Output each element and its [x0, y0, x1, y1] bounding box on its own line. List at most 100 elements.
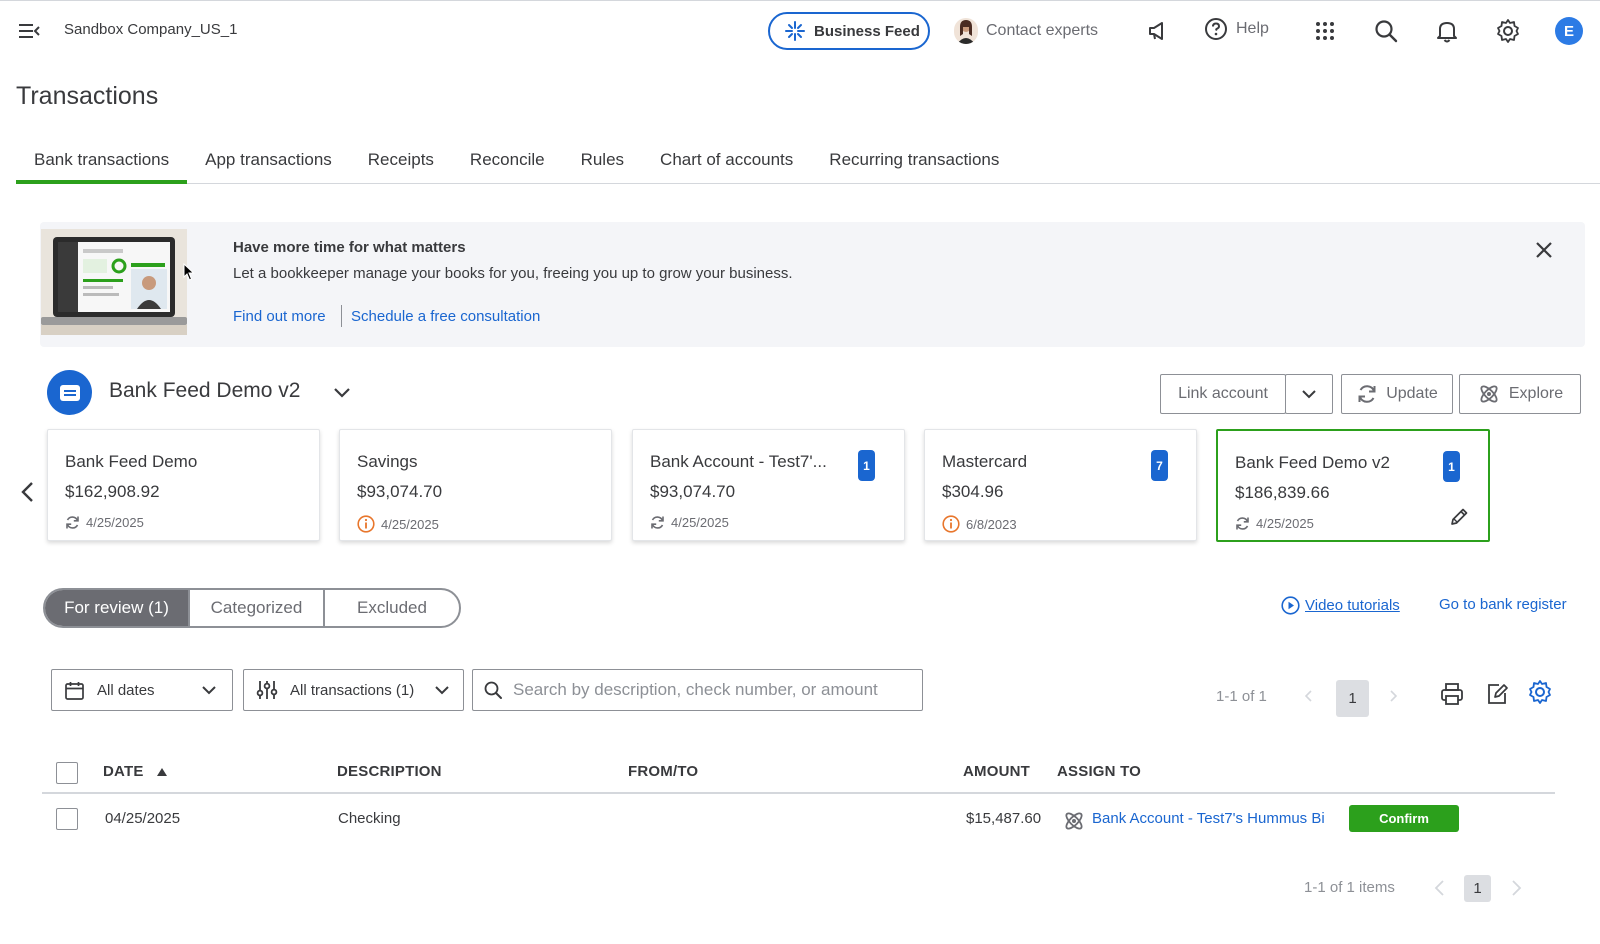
card-sync-status: 4/25/2025	[357, 515, 439, 533]
card-account-name: Bank Feed Demo v2	[1235, 453, 1390, 472]
tab-reconcile[interactable]: Reconcile	[452, 136, 563, 184]
chevron-right-icon[interactable]	[1509, 878, 1523, 898]
chevron-down-icon[interactable]	[332, 383, 352, 403]
tab-excluded[interactable]: Excluded	[323, 590, 459, 626]
video-tutorials-link[interactable]: Video tutorials	[1281, 596, 1400, 615]
account-card-bank-feed-demo-v2[interactable]: Bank Feed Demo v2 1 $186,839.66 4/25/202…	[1216, 429, 1490, 542]
schedule-consultation-link[interactable]: Schedule a free consultation	[351, 308, 540, 325]
card-balance: $186,839.66	[1235, 483, 1330, 502]
help-button[interactable]: Help	[1204, 17, 1269, 41]
update-button[interactable]: Update	[1341, 374, 1453, 414]
warning-info-icon	[942, 515, 960, 533]
card-date-text: 4/25/2025	[381, 516, 439, 532]
expert-avatar	[954, 18, 978, 44]
business-feed-button[interactable]: Business Feed	[768, 12, 930, 50]
row-amount: $15,487.60	[966, 810, 1042, 827]
card-date-text: 4/25/2025	[1256, 516, 1314, 531]
tab-categorized[interactable]: Categorized	[188, 590, 323, 626]
card-account-name: Mastercard	[942, 452, 1028, 471]
tab-bank-transactions[interactable]: Bank transactions	[16, 136, 188, 184]
contact-experts-button[interactable]: Contact experts	[954, 16, 1098, 46]
mouse-cursor-icon	[183, 263, 195, 281]
column-header-date[interactable]: DATE	[103, 763, 168, 780]
account-card-bank-account-test7[interactable]: Bank Account - Test7'... 1 $93,074.70 4/…	[632, 429, 905, 541]
link-account-dropdown[interactable]	[1285, 374, 1333, 414]
select-all-checkbox[interactable]	[56, 762, 78, 784]
search-input[interactable]	[513, 680, 913, 700]
card-account-name: Bank Account - Test7'...	[650, 452, 827, 471]
column-header-assign-to: ASSIGN TO	[1057, 763, 1142, 780]
card-balance: $93,074.70	[650, 482, 736, 501]
apps-grid-icon[interactable]	[1312, 18, 1338, 44]
chevron-left-icon[interactable]	[18, 480, 38, 504]
sparkle-icon	[784, 20, 806, 42]
date-filter-value: All dates	[97, 681, 155, 699]
pending-count-badge: 7	[1151, 450, 1168, 481]
atom-match-icon	[1062, 809, 1086, 833]
confirm-button[interactable]: Confirm	[1349, 805, 1459, 832]
card-sync-status: 4/25/2025	[65, 515, 144, 530]
card-balance: $162,908.92	[65, 482, 160, 501]
chevron-left-icon[interactable]	[1303, 688, 1315, 704]
pencil-edit-icon[interactable]	[1448, 506, 1470, 528]
pending-count-badge: 1	[1443, 451, 1460, 482]
row-assign-to-link[interactable]: Bank Account - Test7's Hummus Bi	[1092, 810, 1337, 827]
row-checkbox[interactable]	[56, 808, 78, 830]
banner-body: Let a bookkeeper manage your books for y…	[233, 265, 793, 282]
tab-chart-of-accounts[interactable]: Chart of accounts	[642, 136, 811, 184]
review-status-tabs: For review (1) Categorized Excluded	[43, 588, 461, 628]
warning-info-icon	[357, 515, 375, 533]
go-to-bank-register-link[interactable]: Go to bank register	[1439, 596, 1567, 613]
card-sync-status: 4/25/2025	[650, 515, 729, 530]
transaction-search-box	[472, 669, 923, 711]
card-sync-status: 4/25/2025	[1235, 516, 1314, 531]
update-label: Update	[1386, 385, 1438, 402]
chevron-down-icon	[200, 681, 218, 699]
card-date-text: 4/25/2025	[86, 515, 144, 530]
megaphone-icon[interactable]	[1145, 18, 1171, 44]
tab-rules[interactable]: Rules	[563, 136, 642, 184]
print-icon[interactable]	[1439, 681, 1465, 707]
search-icon[interactable]	[1373, 18, 1399, 44]
menu-collapse-icon[interactable]	[18, 20, 40, 42]
card-balance: $304.96	[942, 482, 1004, 501]
user-avatar[interactable]: E	[1555, 17, 1583, 45]
video-tutorials-label: Video tutorials	[1305, 597, 1400, 614]
link-account-label: Link account	[1178, 385, 1268, 402]
account-card-bank-feed-demo[interactable]: Bank Feed Demo $162,908.92 4/25/2025	[47, 429, 320, 541]
card-date-text: 6/8/2023	[966, 516, 1017, 532]
sort-ascending-icon	[156, 767, 168, 777]
contact-experts-label: Contact experts	[986, 22, 1099, 39]
tab-receipts[interactable]: Receipts	[350, 136, 452, 184]
transaction-filter-value: All transactions (1)	[290, 681, 415, 699]
card-account-name: Bank Feed Demo	[65, 452, 198, 471]
settings-gear-icon[interactable]	[1495, 18, 1521, 44]
table-settings-gear-icon[interactable]	[1527, 679, 1553, 705]
current-page-indicator[interactable]: 1	[1336, 680, 1369, 717]
link-account-button[interactable]: Link account	[1160, 374, 1286, 414]
pagination-summary: 1-1 of 1	[1216, 688, 1267, 705]
tab-recurring-transactions[interactable]: Recurring transactions	[811, 136, 1017, 184]
account-card-savings[interactable]: Savings $93,074.70 4/25/2025	[339, 429, 612, 541]
help-icon	[1204, 17, 1228, 41]
column-header-from-to: FROM/TO	[628, 763, 699, 780]
bottom-current-page[interactable]: 1	[1464, 875, 1491, 902]
chevron-down-icon	[433, 681, 451, 699]
explore-button[interactable]: Explore	[1459, 374, 1581, 414]
column-header-description: DESCRIPTION	[337, 763, 442, 780]
notifications-bell-icon[interactable]	[1434, 18, 1460, 44]
chevron-left-icon[interactable]	[1433, 878, 1447, 898]
tab-app-transactions[interactable]: App transactions	[187, 136, 350, 184]
account-card-mastercard[interactable]: Mastercard 7 $304.96 6/8/2023	[924, 429, 1197, 541]
sync-icon	[650, 515, 665, 530]
tab-for-review[interactable]: For review (1)	[45, 590, 188, 626]
find-out-more-link[interactable]: Find out more	[233, 308, 326, 325]
export-icon[interactable]	[1484, 681, 1510, 707]
date-filter-dropdown[interactable]: All dates	[51, 669, 233, 711]
chevron-right-icon[interactable]	[1387, 688, 1399, 704]
page-title: Transactions	[16, 82, 159, 110]
selected-account-name[interactable]: Bank Feed Demo v2	[109, 379, 300, 403]
transaction-type-filter-dropdown[interactable]: All transactions (1)	[243, 669, 464, 711]
close-icon[interactable]	[1534, 240, 1554, 260]
atom-icon	[1477, 382, 1501, 406]
